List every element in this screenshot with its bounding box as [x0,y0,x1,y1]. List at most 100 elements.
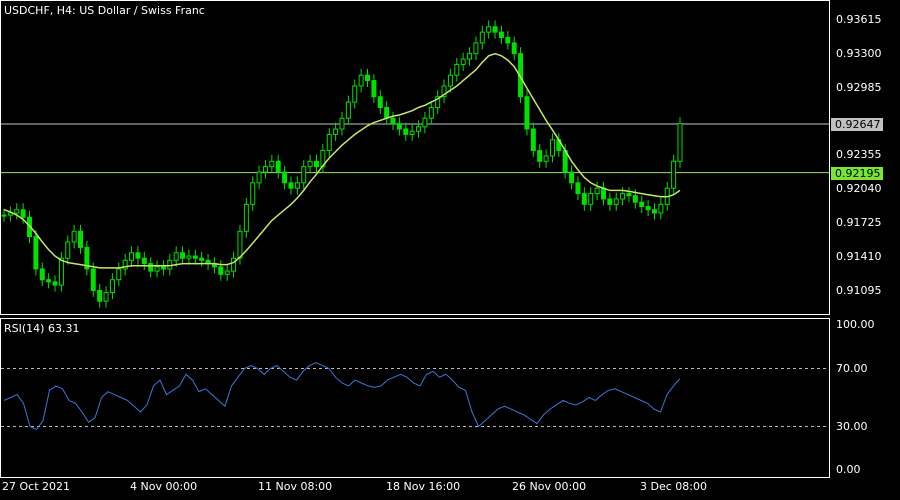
candle-body [511,42,517,55]
candle-body [46,279,52,283]
candle-body [14,209,20,214]
candle-body [65,241,71,259]
candle-body [173,252,179,261]
candle-body [390,117,396,125]
candle-body [671,160,677,189]
price-axis-label: 0.92985 [836,80,882,94]
candle-body [129,252,135,261]
price-axis-label: 0.91095 [836,284,882,297]
candle-body [537,150,543,162]
candle-body [454,63,460,76]
bid-price-tag: 0.92647 [831,117,883,131]
candle-body [275,160,281,173]
candle-body [20,209,26,218]
price-axis-label: 0.92040 [836,182,882,196]
candle-body [639,201,645,208]
candle-body [339,117,345,130]
candle-body [307,160,313,168]
candle-body [613,198,619,205]
candle-body [658,203,664,214]
candle-body [250,182,256,205]
candle-body [492,26,498,33]
candle-body [486,26,492,33]
candle-body [365,74,371,82]
candle-body [645,206,651,211]
candle-body [224,270,230,275]
candle-body [58,257,64,286]
candle-body [135,252,141,259]
candle-body [326,133,332,152]
candle-body [569,171,575,184]
candle-body [396,123,402,130]
candle-body [632,195,638,203]
candle-body [460,58,466,65]
chart-title: USDCHF, H4: US Dollar / Swiss Franc [4,4,205,17]
candle-body [352,85,358,103]
candle-body [524,96,530,130]
candle-body [581,193,587,205]
candle-body [333,128,339,135]
candle-body [384,106,390,119]
candle-body [594,187,600,195]
candle-body [97,289,103,302]
candle-body [109,279,115,294]
price-axis-label: 0.93615 [836,12,882,26]
candle-body [467,53,473,60]
time-axis-label: 4 Nov 00:00 [130,480,198,493]
candle-body [422,117,428,128]
candle-body [218,266,224,275]
candle-body [313,160,319,168]
candle-body [180,252,186,259]
time-axis-label: 27 Oct 2021 [2,480,71,493]
rsi-axis-label: 100.00 [836,318,875,331]
candle-body [575,182,581,195]
time-axis-label: 3 Dec 08:00 [640,480,707,493]
candle-body [90,268,96,291]
candle-body [409,130,415,135]
time-axis-label: 26 Nov 00:00 [512,480,587,493]
candle-body [243,203,249,232]
candle-body [262,166,268,173]
rsi-axis-label: 0.00 [836,463,861,476]
candle-body [651,209,657,214]
candle-body [403,128,409,135]
candle-body [607,198,613,205]
candle-body [154,266,160,272]
candle-body [103,292,109,302]
rsi-axis-label: 30.00 [836,419,868,433]
candle-body [530,128,536,152]
candle-body [345,101,351,119]
candle-body [543,155,549,162]
rsi-axis-label: 70.00 [836,361,868,375]
candle-body [416,126,422,132]
candle-body [148,263,154,272]
candle-body [282,171,288,184]
candle-body [186,255,192,259]
candle-body [160,266,166,270]
price-axis-label: 0.91725 [836,216,882,230]
time-axis-label: 11 Nov 08:00 [258,480,333,493]
candle-body [677,123,683,162]
candle-body [1,214,7,217]
candle-body [78,230,84,248]
candle-body [600,187,606,200]
candle-body [192,255,198,259]
price-axis-label: 0.92355 [836,148,882,162]
candle-body [39,268,45,281]
candle-body [447,74,453,87]
candle-body [167,259,173,270]
candle-body [141,257,147,265]
candle-body [237,230,243,259]
time-axis-label: 18 Nov 16:00 [386,480,461,493]
candle-body [288,182,294,189]
candle-body [620,193,626,200]
marked-price-tag: 0.92195 [831,166,883,180]
chart-canvas [0,0,900,500]
candle-body [358,74,364,87]
candle-body [116,268,122,281]
candle-body [588,193,594,205]
price-axis-label: 0.91410 [836,250,882,264]
candle-body [199,257,205,261]
candle-body [505,37,511,44]
candle-body [371,80,377,98]
